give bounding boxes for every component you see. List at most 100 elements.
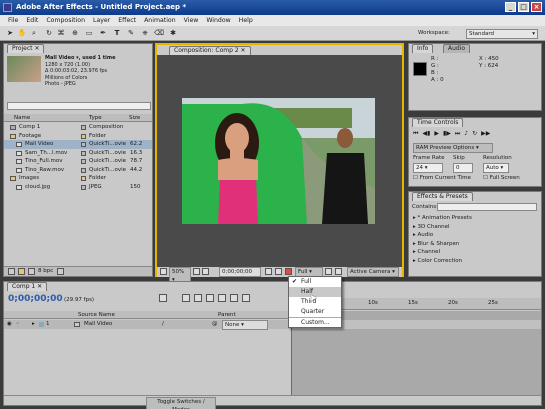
live-update-icon[interactable] — [182, 294, 190, 302]
clone-stamp-tool-icon[interactable]: ⎈ — [140, 28, 150, 38]
grid-icon[interactable] — [202, 268, 209, 275]
tab-composition[interactable]: Composition: Comp 2 ✕ — [169, 46, 251, 55]
from-current-checkbox[interactable]: ☐ From Current Time — [413, 175, 471, 181]
column-parent[interactable]: Parent — [218, 312, 236, 318]
project-item[interactable]: Footage Folder — [4, 132, 152, 141]
tab-effects-presets[interactable]: Effects & Presets — [412, 192, 473, 201]
hide-shy-layers-icon[interactable] — [206, 294, 214, 302]
brush-tool-icon[interactable]: ✎ — [126, 28, 136, 38]
eraser-tool-icon[interactable]: ⌫ — [154, 28, 164, 38]
column-source-name[interactable]: Source Name — [78, 312, 115, 318]
new-composition-icon[interactable] — [28, 268, 35, 275]
resolution-control-select[interactable]: Auto ▾ — [483, 163, 509, 173]
project-item[interactable]: Mall Video QuickTi...ovie 62.2 — [4, 140, 152, 149]
project-item[interactable]: Sam_Th...l.mov QuickTi...ovie 16.3 — [4, 149, 152, 158]
label-swatch[interactable] — [81, 167, 86, 173]
comp-timecode[interactable]: 0;00;00;00 — [219, 267, 261, 277]
tab-info[interactable]: Info — [412, 44, 434, 53]
menu-animation[interactable]: Animation — [140, 15, 180, 26]
tab-audio[interactable]: Audio — [443, 44, 471, 53]
switch-icon[interactable]: / — [162, 321, 164, 327]
type-tool-icon[interactable]: T — [112, 28, 122, 38]
graph-editor-icon[interactable] — [242, 294, 250, 302]
column-size[interactable]: Size — [129, 115, 140, 121]
project-item[interactable]: Comp 1 Composition — [4, 123, 152, 132]
effects-category[interactable]: ▸ 3D Channel — [409, 223, 450, 232]
play-icon[interactable]: ▶ — [434, 130, 439, 138]
menu-file[interactable]: File — [4, 15, 22, 26]
pickwhip-icon[interactable]: @ — [212, 321, 218, 327]
project-item[interactable]: Tino_Raw.mov QuickTi...ovie 44.2 — [4, 166, 152, 175]
effects-category[interactable]: ▸ Audio — [409, 231, 433, 240]
delete-icon[interactable] — [57, 268, 64, 275]
maximize-button[interactable]: □ — [518, 2, 529, 12]
label-swatch[interactable] — [81, 125, 86, 130]
pan-behind-tool-icon[interactable]: ⊕ — [70, 28, 80, 38]
bpc-label[interactable]: 8 bpc — [38, 268, 53, 274]
close-button[interactable]: × — [531, 2, 542, 12]
menu-view[interactable]: View — [180, 15, 203, 26]
tab-project[interactable]: Project ✕ — [7, 44, 45, 53]
last-frame-icon[interactable]: ⏭ — [455, 130, 460, 138]
show-snapshot-icon[interactable] — [275, 268, 282, 275]
menu-item-custom[interactable]: Custom... — [289, 317, 341, 327]
menu-layer[interactable]: Layer — [89, 15, 114, 26]
column-type[interactable]: Type — [89, 115, 102, 121]
workspace-select[interactable]: Standard ▾ — [466, 29, 538, 39]
transparency-grid-icon[interactable] — [335, 268, 342, 275]
label-swatch[interactable] — [81, 176, 86, 181]
minimize-button[interactable]: _ — [505, 2, 516, 12]
menu-item-full[interactable]: ✔ Full — [289, 277, 341, 287]
menu-item-quarter[interactable]: Quarter — [289, 307, 341, 317]
label-swatch[interactable] — [81, 142, 86, 147]
audio-icon[interactable]: ♪ — [464, 130, 468, 138]
tab-comp1-timeline[interactable]: Comp 1 ✕ — [7, 282, 48, 291]
prev-frame-icon[interactable]: ◀▮ — [422, 130, 430, 138]
motion-blur-icon[interactable] — [230, 294, 238, 302]
effects-category[interactable]: ▸ Channel — [409, 248, 440, 257]
zoom-tool-icon[interactable]: ⌕ — [29, 28, 39, 38]
camera-select[interactable]: Active Camera ▾ — [347, 267, 399, 277]
full-screen-checkbox[interactable]: ☐ Full Screen — [483, 175, 520, 181]
ram-preview-select[interactable]: RAM Preview Options ▾ — [413, 143, 493, 153]
menu-composition[interactable]: Composition — [42, 15, 89, 26]
draft-3d-icon[interactable] — [194, 294, 202, 302]
effects-category[interactable]: ▸ Blur & Sharpen — [409, 240, 459, 249]
timeline-timecode[interactable]: 0;00;00;00 — [8, 294, 63, 304]
effects-category[interactable]: ▸ Color Correction — [409, 257, 462, 266]
mask-tool-icon[interactable]: ▭ — [84, 28, 94, 38]
label-swatch[interactable] — [81, 133, 86, 139]
always-preview-icon[interactable] — [160, 268, 167, 275]
menu-effect[interactable]: Effect — [114, 15, 140, 26]
composition-viewer[interactable] — [182, 98, 375, 224]
ram-preview-icon[interactable]: ▶▶ — [481, 130, 490, 138]
comp-mini-flowchart-icon[interactable] — [159, 294, 167, 302]
menu-help[interactable]: Help — [235, 15, 257, 26]
menu-window[interactable]: Window — [202, 15, 234, 26]
puppet-tool-icon[interactable]: ✱ — [168, 28, 178, 38]
project-item[interactable]: cloud.jpg JPEG 150 — [4, 183, 152, 192]
effects-search-input[interactable] — [437, 203, 537, 211]
label-swatch[interactable] — [81, 150, 86, 156]
snapshot-icon[interactable] — [265, 268, 272, 275]
skip-input[interactable]: 0 — [453, 163, 473, 173]
next-frame-icon[interactable]: ▮▶ — [443, 130, 451, 138]
safe-margins-icon[interactable] — [193, 268, 200, 275]
loop-icon[interactable]: ↻ — [472, 130, 477, 138]
layer-name[interactable]: Mall Video — [84, 321, 112, 327]
visibility-icon[interactable]: ◉ — [7, 321, 12, 327]
show-channel-icon[interactable] — [285, 268, 292, 275]
column-name[interactable]: Name — [14, 115, 30, 121]
menu-edit[interactable]: Edit — [22, 15, 42, 26]
label-color-icon[interactable] — [39, 322, 44, 327]
expand-arrow-icon[interactable]: ▸ — [32, 321, 35, 327]
hand-tool-icon[interactable]: ✋ — [17, 28, 27, 38]
project-item[interactable]: Images Folder — [4, 174, 152, 183]
parent-select[interactable]: None ▾ — [222, 320, 268, 330]
interpret-footage-icon[interactable] — [8, 268, 15, 275]
project-item[interactable]: Tino_Full.mov QuickTi...ovie 78.7 — [4, 157, 152, 166]
effects-category[interactable]: ▸ * Animation Presets — [409, 214, 472, 223]
label-swatch[interactable] — [81, 184, 86, 190]
rotate-tool-icon[interactable]: ↻ — [44, 28, 54, 38]
frame-blending-icon[interactable] — [218, 294, 226, 302]
